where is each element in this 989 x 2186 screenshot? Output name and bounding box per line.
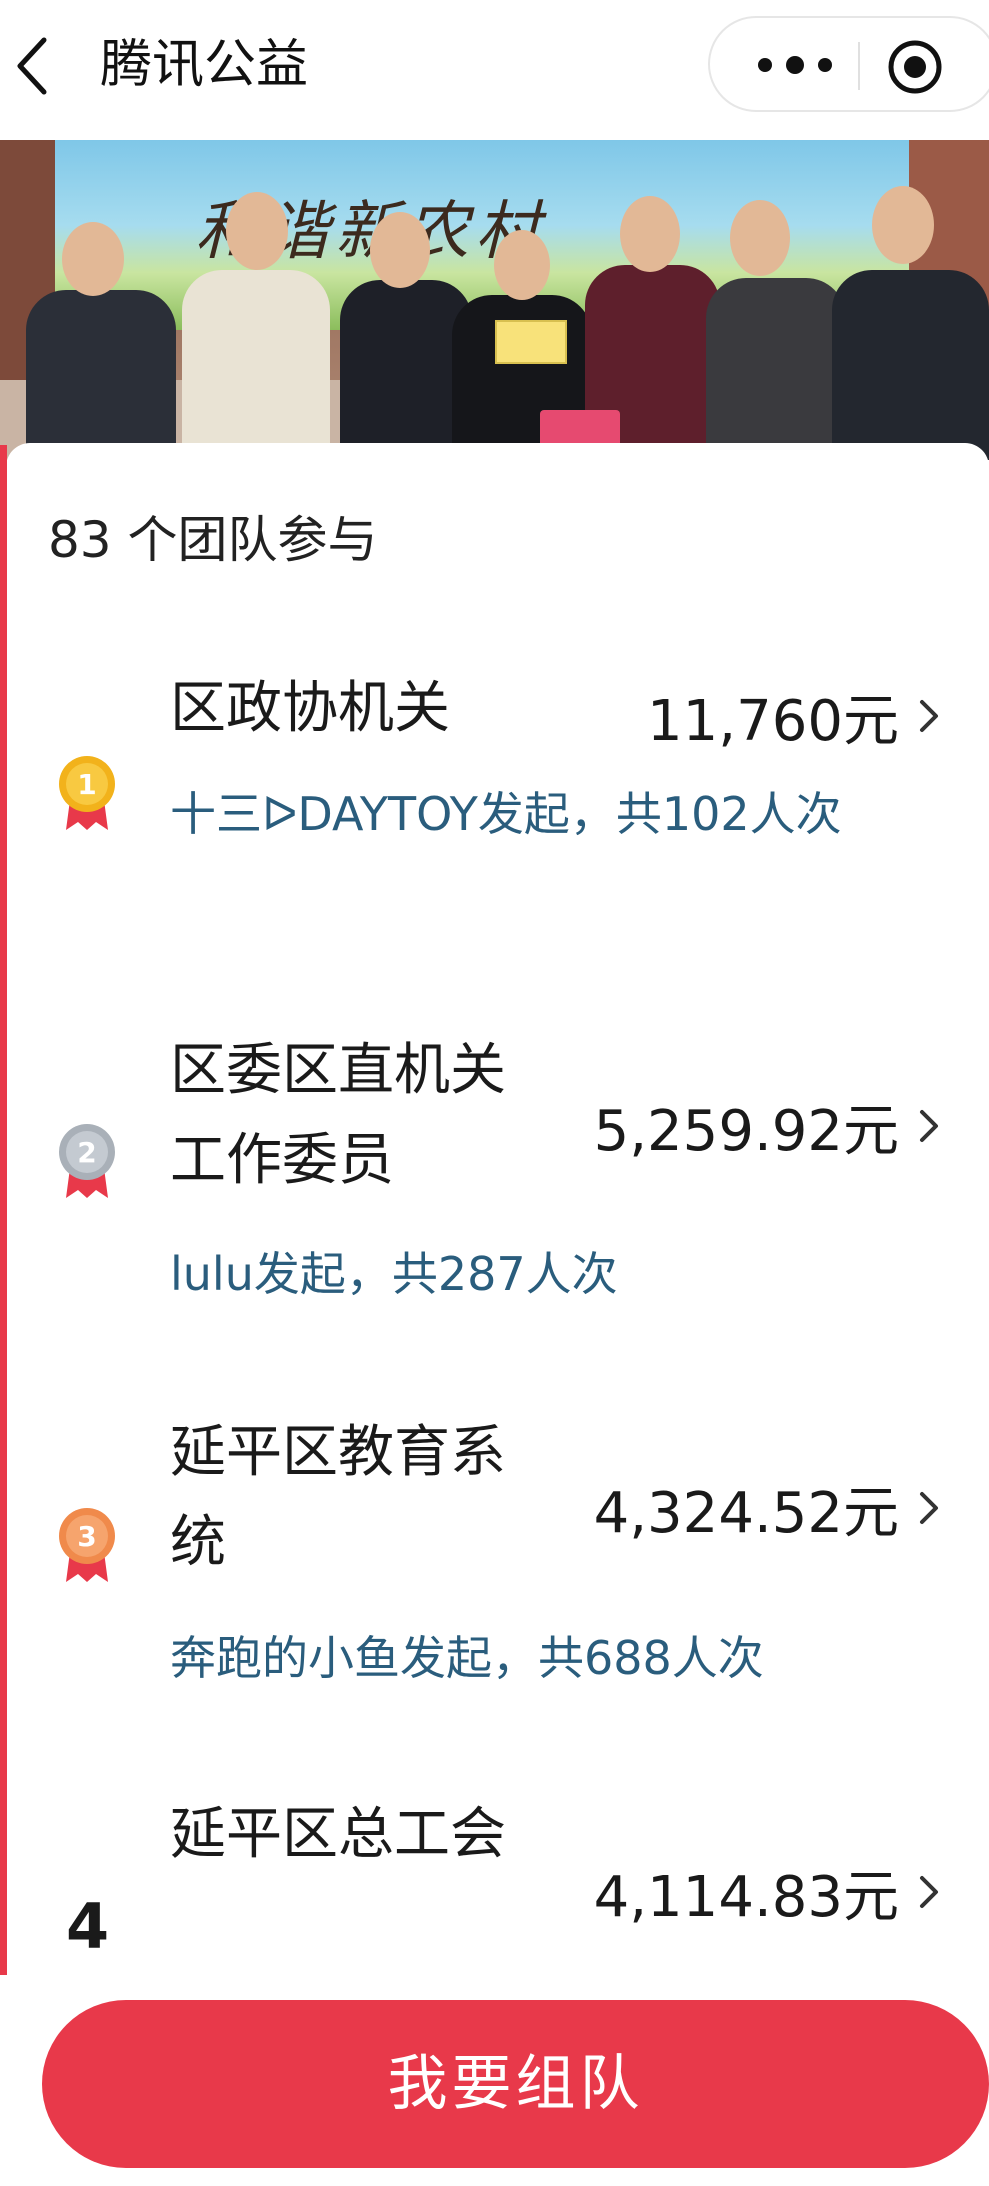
hero-photo: 和谐新农村 [0,140,989,460]
team-amount: 4,114.83元 [593,1865,899,1930]
nav-bar: 腾讯公益 [0,0,989,140]
photo-person-head [730,200,790,276]
close-target-icon[interactable] [886,38,944,96]
bronze-medal-icon: 3 [59,1508,115,1582]
team-count-label: 83 个团队参与 [48,511,378,569]
gold-medal-icon: 1 [59,756,115,830]
mini-program-capsule [708,16,989,112]
photo-person-head [226,192,288,270]
photo-person [706,278,846,460]
page-title: 腾讯公益 [100,35,309,95]
capsule-divider [858,42,860,90]
more-icon[interactable] [752,50,838,80]
rank-number: 1 [77,768,96,801]
envelope [495,320,567,364]
photo-person-head [62,222,124,296]
chevron-right-icon [920,1876,938,1908]
silver-medal-icon: 2 [59,1124,115,1198]
team-name: 区政协机关 [170,676,450,741]
rank-number: 3 [77,1520,96,1553]
rank-number: 4 [66,1890,110,1963]
team-amount: 4,324.52元 [593,1481,899,1546]
team-initiator: 奔跑的小鱼发起，共688人次 [170,1631,764,1685]
team-initiator: lulu发起，共287人次 [170,1247,618,1301]
team-amount: 5,259.92元 [593,1099,899,1164]
photo-person-head [370,212,430,288]
chevron-right-icon [920,700,938,732]
photo-person-head [620,196,680,272]
team-name: 延平区总工会 [170,1802,506,1867]
photo-person [26,290,176,460]
chevron-right-icon [920,1492,938,1524]
team-initiator: 十三ᐅDAYTOY发起，共102人次 [170,787,842,841]
team-name: 延平区教育系统 [170,1420,506,1575]
team-name: 区委区直机关工作委员 [170,1038,506,1193]
photo-person [832,270,989,460]
photo-person-head [872,186,934,264]
photo-person-head [494,230,550,300]
create-team-button[interactable]: 我要组队 [42,2000,989,2168]
team-amount: 11,760元 [647,689,899,754]
photo-person [182,270,330,460]
back-arrow-icon[interactable] [12,34,52,98]
card-accent-bar [0,445,7,1975]
chevron-right-icon [920,1110,938,1142]
rank-number: 2 [77,1136,96,1169]
